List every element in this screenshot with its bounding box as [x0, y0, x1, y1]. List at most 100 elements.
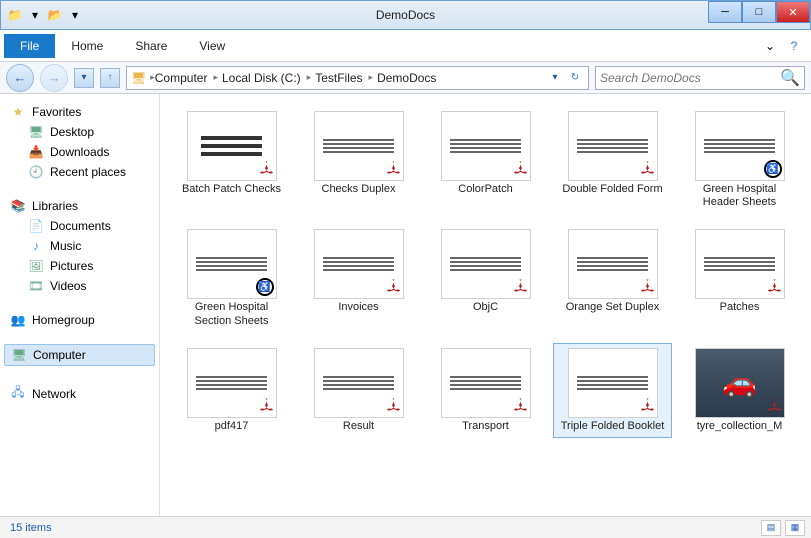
crumb-testfiles[interactable]: TestFiles: [315, 71, 362, 85]
sidebar-item-pictures[interactable]: 🖼Pictures: [4, 256, 155, 276]
pdf-badge-icon: [637, 397, 655, 415]
file-view[interactable]: Batch Patch ChecksChecks Duplex ColorPatc…: [160, 94, 811, 516]
file-thumbnail: ♿: [695, 111, 785, 181]
sidebar-libraries[interactable]: 📚Libraries: [4, 196, 155, 216]
homegroup-icon: 👥: [10, 313, 26, 327]
file-thumbnail: [568, 348, 658, 418]
file-thumbnail: [568, 229, 658, 299]
qat-folder-icon[interactable]: 📂: [47, 7, 63, 23]
file-thumbnail: [314, 111, 404, 181]
file-item[interactable]: Checks Duplex: [299, 106, 418, 214]
file-name: Invoices: [338, 301, 378, 314]
nav-bar: ← → ▾ ↑ 🖥 ▸ Computer▸ Local Disk (C:)▸ T…: [0, 62, 811, 94]
sidebar-item-downloads[interactable]: 📥Downloads: [4, 142, 155, 162]
nav-pane: ★Favorites 🖥Desktop 📥Downloads 🕘Recent p…: [0, 94, 160, 516]
crumb-demodocs[interactable]: DemoDocs: [377, 71, 436, 85]
downloads-icon: 📥: [28, 145, 44, 159]
pdf-badge-icon: [637, 160, 655, 178]
nav-history-dropdown[interactable]: ▾: [74, 68, 94, 88]
file-name: ObjC: [473, 301, 498, 314]
file-item[interactable]: ♿Green Hospital Section Sheets: [172, 224, 291, 332]
pdf-badge-icon: [256, 160, 274, 178]
file-item[interactable]: Patches: [680, 224, 799, 332]
file-item[interactable]: Result: [299, 343, 418, 438]
sidebar-item-music[interactable]: ♪Music: [4, 236, 155, 256]
star-icon: ★: [10, 105, 26, 119]
nav-up-button[interactable]: ↑: [100, 68, 120, 88]
recent-icon: 🕘: [28, 165, 44, 179]
file-thumbnail: [441, 348, 531, 418]
file-thumbnail: [314, 348, 404, 418]
pictures-icon: 🖼: [28, 259, 44, 273]
desktop-icon: 🖥: [28, 125, 44, 139]
pdf-badge-icon: [383, 278, 401, 296]
ribbon-file-tab[interactable]: File: [4, 34, 55, 58]
file-item[interactable]: Invoices: [299, 224, 418, 332]
network-icon: 🖧: [10, 383, 26, 404]
file-item[interactable]: Transport: [426, 343, 545, 438]
ribbon-tab-share[interactable]: Share: [119, 34, 183, 58]
qat-down-icon[interactable]: ▾: [27, 7, 43, 23]
close-button[interactable]: ✕: [776, 1, 810, 23]
sidebar-computer[interactable]: 🖥Computer: [4, 344, 155, 366]
search-input[interactable]: [600, 71, 780, 85]
file-item[interactable]: 🚗tyre_collection_M: [680, 343, 799, 438]
accessibility-badge-icon: ♿: [764, 160, 782, 178]
videos-icon: 🎞: [28, 279, 44, 293]
file-thumbnail: [568, 111, 658, 181]
file-name: Green Hospital Header Sheets: [685, 183, 794, 209]
file-item[interactable]: Double Folded Form: [553, 106, 672, 214]
qat-down2-icon[interactable]: ▾: [67, 7, 83, 23]
ribbon-bar: File Home Share View ⌄ ?: [0, 30, 811, 62]
computer-icon: 🖥: [11, 348, 27, 362]
search-icon[interactable]: 🔍: [780, 68, 800, 88]
search-box[interactable]: 🔍: [595, 66, 805, 90]
file-item[interactable]: ♿ Green Hospital Header Sheets: [680, 106, 799, 214]
sidebar-item-recent[interactable]: 🕘Recent places: [4, 162, 155, 182]
status-bar: 15 items ▤ ▦: [0, 516, 811, 538]
pdf-badge-icon: [510, 160, 528, 178]
view-details-button[interactable]: ▤: [761, 520, 781, 536]
sidebar-item-desktop[interactable]: 🖥Desktop: [4, 122, 155, 142]
refresh-icon[interactable]: ↻: [566, 69, 584, 87]
view-icons-button[interactable]: ▦: [785, 520, 805, 536]
nav-back-button[interactable]: ←: [6, 64, 34, 92]
file-name: ColorPatch: [458, 183, 512, 196]
music-icon: ♪: [28, 239, 44, 253]
file-thumbnail: [441, 229, 531, 299]
title-bar: 📁 ▾ 📂 ▾ DemoDocs ─ □ ✕: [0, 0, 811, 30]
ribbon-tab-view[interactable]: View: [183, 34, 241, 58]
file-item[interactable]: pdf417: [172, 343, 291, 438]
file-item[interactable]: ObjC: [426, 224, 545, 332]
file-item[interactable]: Orange Set Duplex: [553, 224, 672, 332]
ribbon-tab-home[interactable]: Home: [55, 34, 119, 58]
file-thumbnail: [695, 229, 785, 299]
file-item[interactable]: Batch Patch Checks: [172, 106, 291, 214]
help-icon[interactable]: ?: [785, 37, 803, 55]
sidebar-item-videos[interactable]: 🎞Videos: [4, 276, 155, 296]
file-thumbnail: [314, 229, 404, 299]
app-icon: 📁: [7, 7, 23, 23]
crumb-computer[interactable]: Computer: [155, 71, 208, 85]
maximize-button[interactable]: □: [742, 1, 776, 23]
pdf-badge-icon: [383, 397, 401, 415]
sidebar-item-documents[interactable]: 📄Documents: [4, 216, 155, 236]
file-name: pdf417: [215, 420, 249, 433]
file-name: Triple Folded Booklet: [561, 420, 665, 433]
crumb-disk[interactable]: Local Disk (C:): [222, 71, 301, 85]
pdf-badge-icon: [764, 278, 782, 296]
file-item[interactable]: ColorPatch: [426, 106, 545, 214]
ribbon-collapse-icon[interactable]: ⌄: [761, 37, 779, 55]
nav-forward-button[interactable]: →: [40, 64, 68, 92]
address-dropdown-icon[interactable]: ▾: [546, 69, 564, 87]
file-item[interactable]: Triple Folded Booklet: [553, 343, 672, 438]
file-name: tyre_collection_M: [697, 420, 783, 433]
pdf-badge-icon: [510, 397, 528, 415]
file-name: Double Folded Form: [562, 183, 662, 196]
documents-icon: 📄: [28, 219, 44, 233]
address-bar[interactable]: 🖥 ▸ Computer▸ Local Disk (C:)▸ TestFiles…: [126, 66, 589, 90]
sidebar-favorites[interactable]: ★Favorites: [4, 102, 155, 122]
sidebar-homegroup[interactable]: 👥Homegroup: [4, 310, 155, 330]
minimize-button[interactable]: ─: [708, 1, 742, 23]
sidebar-network[interactable]: 🖧Network: [4, 380, 155, 407]
